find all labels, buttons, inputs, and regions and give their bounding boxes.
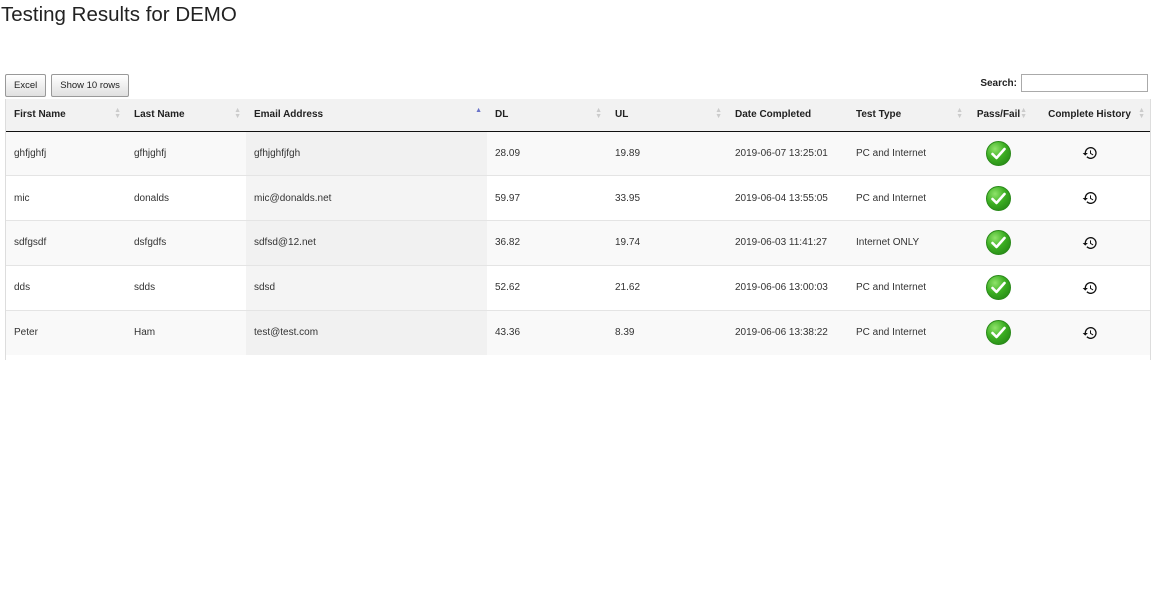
- column-header-label: Test Type: [856, 109, 902, 121]
- pass-check-icon: [986, 230, 1011, 256]
- cell-email: test@test.com: [246, 309, 487, 355]
- sort-icon: ▲ ▼: [234, 107, 241, 120]
- table-row[interactable]: Peter Ham test@test.com 43.36 8.39 2019-06-06…: [6, 309, 1150, 355]
- history-icon[interactable]: [1082, 190, 1098, 206]
- table-row[interactable]: mic donalds mic@donalds.net 59.97 33.95 2019-…: [6, 175, 1150, 221]
- cell-last-name: gfhjghfj: [126, 130, 246, 176]
- history-icon[interactable]: [1082, 145, 1098, 161]
- column-header-dl[interactable]: DL ▲ ▼: [487, 99, 607, 132]
- cell-complete-history: [1029, 309, 1150, 355]
- cell-dl: 36.82: [487, 220, 607, 266]
- cell-ul: 33.95: [607, 175, 727, 221]
- table-toolbar: Excel Show 10 rows: [5, 74, 129, 97]
- cell-email: mic@donalds.net: [246, 175, 487, 221]
- cell-email: sdsd: [246, 264, 487, 311]
- cell-test-type: PC and Internet: [848, 264, 968, 311]
- cell-dl: 59.97: [487, 175, 607, 221]
- cell-date-completed: 2019-06-03 11:41:27: [727, 220, 848, 266]
- table-row[interactable]: sdfgsdf dsfgdfs sdfsd@12.net 36.82 19.74 2019…: [6, 220, 1150, 266]
- sort-icon: ▲ ▼: [1138, 107, 1145, 120]
- cell-dl: 52.62: [487, 264, 607, 311]
- cell-ul: 21.62: [607, 264, 727, 311]
- cell-dl: 43.36: [487, 309, 607, 355]
- history-icon[interactable]: [1082, 235, 1098, 251]
- column-header-label: Complete History: [1048, 109, 1131, 121]
- results-table: First Name ▲ ▼ Last Name ▲ ▼ Email Address…: [6, 99, 1150, 355]
- column-header-label: Email Address: [254, 109, 324, 121]
- column-header-label: Last Name: [134, 109, 185, 121]
- cell-last-name: Ham: [126, 309, 246, 355]
- pass-check-icon: [986, 185, 1011, 211]
- column-header-label: UL: [615, 109, 629, 121]
- cell-pass-fail: [968, 175, 1029, 221]
- cell-date-completed: 2019-06-07 13:25:01: [727, 130, 848, 176]
- pass-check-icon: [986, 140, 1011, 166]
- pass-check-icon: [986, 275, 1011, 301]
- cell-first-name: mic: [6, 175, 126, 221]
- column-header-date-completed[interactable]: Date Completed: [727, 99, 848, 132]
- sort-icon: ▲ ▼: [956, 107, 963, 120]
- excel-export-button[interactable]: Excel: [5, 74, 47, 97]
- cell-first-name: Peter: [6, 309, 126, 355]
- cell-complete-history: [1029, 130, 1150, 176]
- cell-complete-history: [1029, 264, 1150, 311]
- pass-check-icon: [986, 320, 1011, 346]
- column-header-label: First Name: [14, 109, 66, 121]
- table-header-row: First Name ▲ ▼ Last Name ▲ ▼ Email Address…: [6, 99, 1150, 132]
- cell-complete-history: [1029, 175, 1150, 221]
- table-row[interactable]: dds sdds sdsd 52.62 21.62 2019-06-06 13:00:03…: [6, 264, 1150, 311]
- cell-test-type: PC and Internet: [848, 130, 968, 176]
- page-length-button[interactable]: Show 10 rows: [51, 74, 129, 97]
- cell-ul: 19.89: [607, 130, 727, 176]
- column-header-ul[interactable]: UL ▲ ▼: [607, 99, 727, 132]
- cell-date-completed: 2019-06-04 13:55:05: [727, 175, 848, 221]
- table-row[interactable]: ghfjghfj gfhjghfj gfhjghfjfgh 28.09 19.89 201…: [6, 130, 1150, 176]
- search-filter: Search:: [980, 74, 1148, 92]
- cell-last-name: donalds: [126, 175, 246, 221]
- column-header-first-name[interactable]: First Name ▲ ▼: [6, 99, 126, 132]
- column-header-email[interactable]: Email Address ▲▼: [246, 99, 487, 132]
- column-header-pass-fail[interactable]: Pass/Fail ▲ ▼: [968, 99, 1029, 132]
- cell-first-name: sdfgsdf: [6, 220, 126, 266]
- cell-test-type: Internet ONLY: [848, 220, 968, 266]
- cell-dl: 28.09: [487, 130, 607, 176]
- history-icon[interactable]: [1082, 280, 1098, 296]
- sort-icon: ▲ ▼: [715, 107, 722, 120]
- cell-date-completed: 2019-06-06 13:38:22: [727, 309, 848, 355]
- cell-pass-fail: [968, 220, 1029, 266]
- sort-icon: ▲ ▼: [1020, 107, 1027, 120]
- column-header-label: Pass/Fail: [976, 109, 1021, 121]
- cell-pass-fail: [968, 309, 1029, 355]
- column-header-test-type[interactable]: Test Type ▲ ▼: [848, 99, 968, 132]
- cell-pass-fail: [968, 264, 1029, 311]
- cell-first-name: dds: [6, 264, 126, 311]
- cell-email: sdfsd@12.net: [246, 220, 487, 266]
- column-header-last-name[interactable]: Last Name ▲ ▼: [126, 99, 246, 132]
- cell-test-type: PC and Internet: [848, 175, 968, 221]
- page-title: Testing Results for DEMO: [1, 3, 237, 26]
- cell-ul: 19.74: [607, 220, 727, 266]
- history-icon[interactable]: [1082, 325, 1098, 341]
- column-header-complete-history[interactable]: Complete History ▲ ▼: [1029, 99, 1150, 132]
- cell-pass-fail: [968, 130, 1029, 176]
- cell-first-name: ghfjghfj: [6, 130, 126, 176]
- sort-icon: ▲ ▼: [114, 107, 121, 120]
- column-header-label: DL: [495, 109, 509, 121]
- cell-complete-history: [1029, 220, 1150, 266]
- cell-last-name: sdds: [126, 264, 246, 311]
- cell-date-completed: 2019-06-06 13:00:03: [727, 264, 848, 311]
- column-header-label: Date Completed: [735, 109, 812, 121]
- cell-test-type: PC and Internet: [848, 309, 968, 355]
- sort-icon: ▲ ▼: [595, 107, 602, 120]
- cell-email: gfhjghfjfgh: [246, 130, 487, 176]
- sort-ascending-icon: ▲▼: [475, 107, 482, 114]
- search-input[interactable]: [1021, 74, 1148, 92]
- search-label: Search:: [980, 77, 1017, 89]
- cell-last-name: dsfgdfs: [126, 220, 246, 266]
- results-table-container: First Name ▲ ▼ Last Name ▲ ▼ Email Address…: [5, 99, 1151, 360]
- cell-ul: 8.39: [607, 309, 727, 355]
